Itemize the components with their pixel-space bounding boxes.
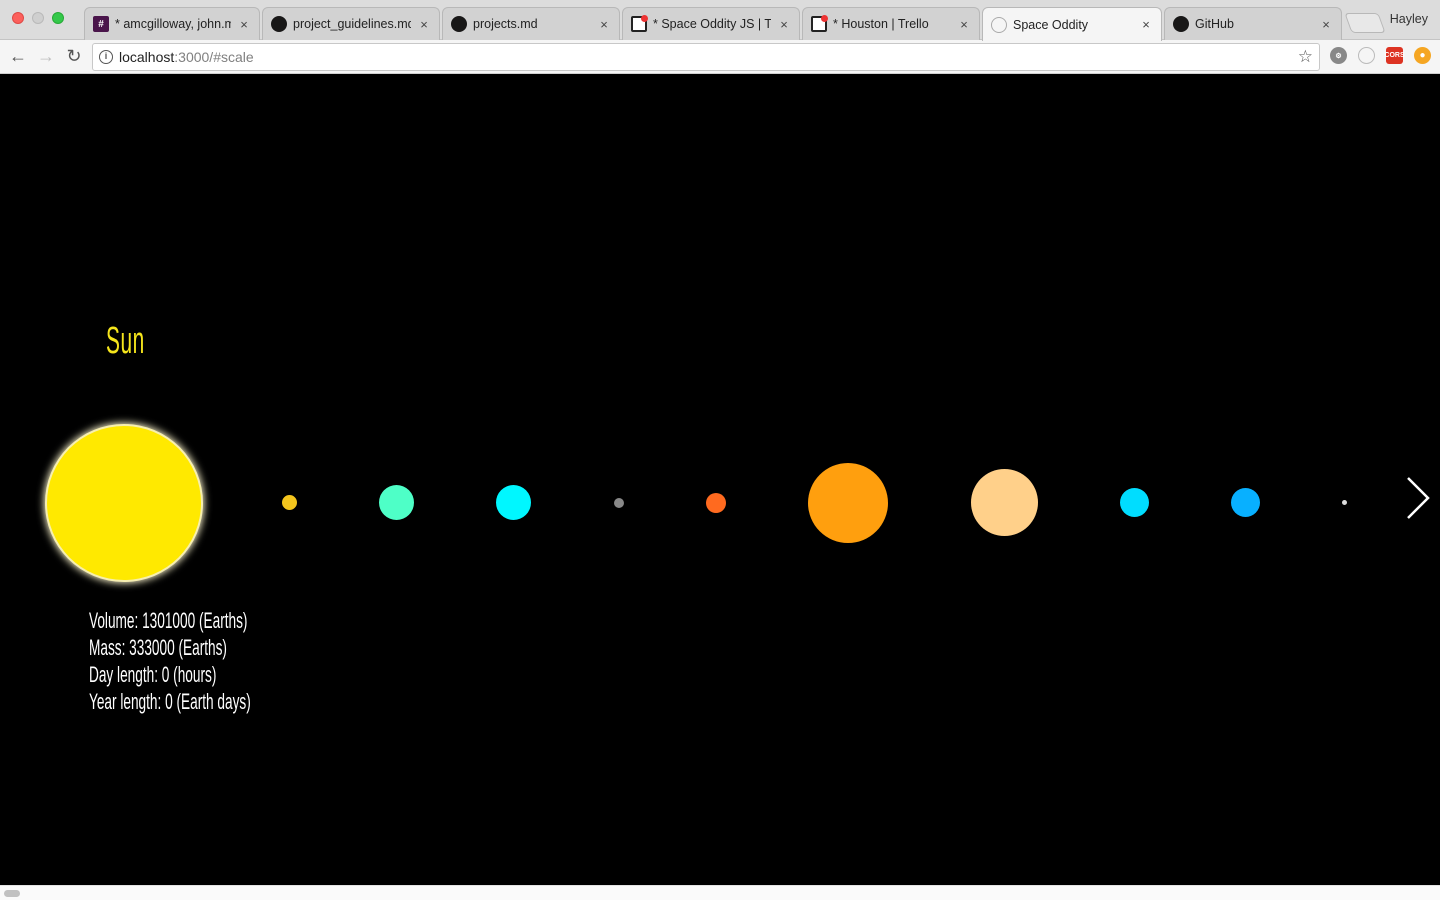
profile-name[interactable]: Hayley [1390,12,1428,26]
close-tab-icon[interactable]: × [1139,17,1153,32]
amber-extension-icon[interactable]: ● [1414,47,1431,64]
planet-mars[interactable] [706,493,726,513]
tab-houston-trello[interactable]: * Houston | Trello × [802,7,980,40]
browser-toolbar: ← → ↻ i localhost:3000/#scale ☆ [0,40,1440,74]
planet-pluto[interactable] [1342,500,1347,505]
slack-icon: # [93,16,109,32]
scrollbar-thumb[interactable] [4,890,20,897]
close-window-button[interactable] [12,12,24,24]
planet-mercury[interactable] [282,495,297,510]
browser-title-bar: # * amcgilloway, john.m × project_guidel… [0,0,1440,41]
bookmark-star-icon[interactable]: ☆ [1298,47,1313,67]
next-arrow-icon[interactable] [1404,474,1432,522]
minimize-window-button[interactable] [32,12,44,24]
stat-volume: Volume: 1301000 (Earths) [89,608,248,633]
github-icon [271,16,287,32]
loading-icon [991,16,1007,33]
horizontal-scrollbar[interactable] [0,885,1440,900]
close-tab-icon[interactable]: × [237,17,251,32]
stat-year-length: Year length: 0 (Earth days) [89,689,251,714]
address-bar[interactable]: i localhost:3000/#scale ☆ [92,43,1320,71]
tab-title: project_guidelines.md [293,17,411,31]
planet-saturn[interactable] [971,469,1038,536]
back-arrow-icon[interactable]: ← [8,46,28,66]
close-tab-icon[interactable]: × [597,17,611,32]
planet-earth[interactable] [496,485,531,520]
tab-title: * Houston | Trello [833,17,929,31]
github-icon [1173,16,1189,32]
tab-title: * Space Oddity JS | Tr [653,17,771,31]
github-icon [451,16,467,32]
solar-system-scale-view: Sun Volume: 1301000 (Earths) Mass: 33300… [0,74,1440,885]
reload-icon[interactable]: ↻ [64,46,84,66]
tab-github[interactable]: GitHub × [1164,7,1342,40]
moon[interactable] [614,498,624,508]
planet-neptune[interactable] [1231,488,1260,517]
url-path: :3000/#scale [174,49,254,65]
forward-arrow-icon[interactable]: → [36,46,56,66]
tab-project-guidelines[interactable]: project_guidelines.md × [262,7,440,40]
url-text: localhost:3000/#scale [119,49,254,65]
extension-icon[interactable] [1358,47,1375,64]
tab-title: GitHub [1195,17,1234,31]
close-tab-icon[interactable]: × [1319,17,1333,32]
url-host: localhost [119,49,175,65]
close-tab-icon[interactable]: × [957,17,971,32]
tab-title: * amcgilloway, john.m [115,17,231,31]
trello-icon [631,15,648,32]
planet-jupiter[interactable] [808,463,888,543]
sun[interactable] [47,426,201,580]
trello-icon [811,15,828,32]
tab-projects[interactable]: projects.md × [442,7,620,40]
close-tab-icon[interactable]: × [777,17,791,32]
tab-space-oddity[interactable]: Space Oddity × [982,7,1162,41]
tab-title: projects.md [473,17,538,31]
planet-venus[interactable] [379,485,414,520]
planet-stats: Volume: 1301000 (Earths) Mass: 333000 (E… [89,607,251,715]
tab-space-oddity-trello[interactable]: * Space Oddity JS | Tr × [622,7,800,40]
new-tab-button[interactable] [1344,13,1386,33]
planet-uranus[interactable] [1120,488,1149,517]
stat-mass: Mass: 333000 (Earths) [89,635,227,660]
tab-slack[interactable]: # * amcgilloway, john.m × [84,7,260,40]
zoom-window-button[interactable] [52,12,64,24]
planet-title: Sun [106,320,145,362]
tab-title: Space Oddity [1013,17,1089,32]
settings-extension-icon[interactable]: ⚙ [1330,47,1347,64]
site-info-icon[interactable]: i [99,50,113,64]
stat-day-length: Day length: 0 (hours) [89,662,217,687]
cors-extension-icon[interactable]: CORS [1384,47,1405,64]
close-tab-icon[interactable]: × [417,17,431,32]
